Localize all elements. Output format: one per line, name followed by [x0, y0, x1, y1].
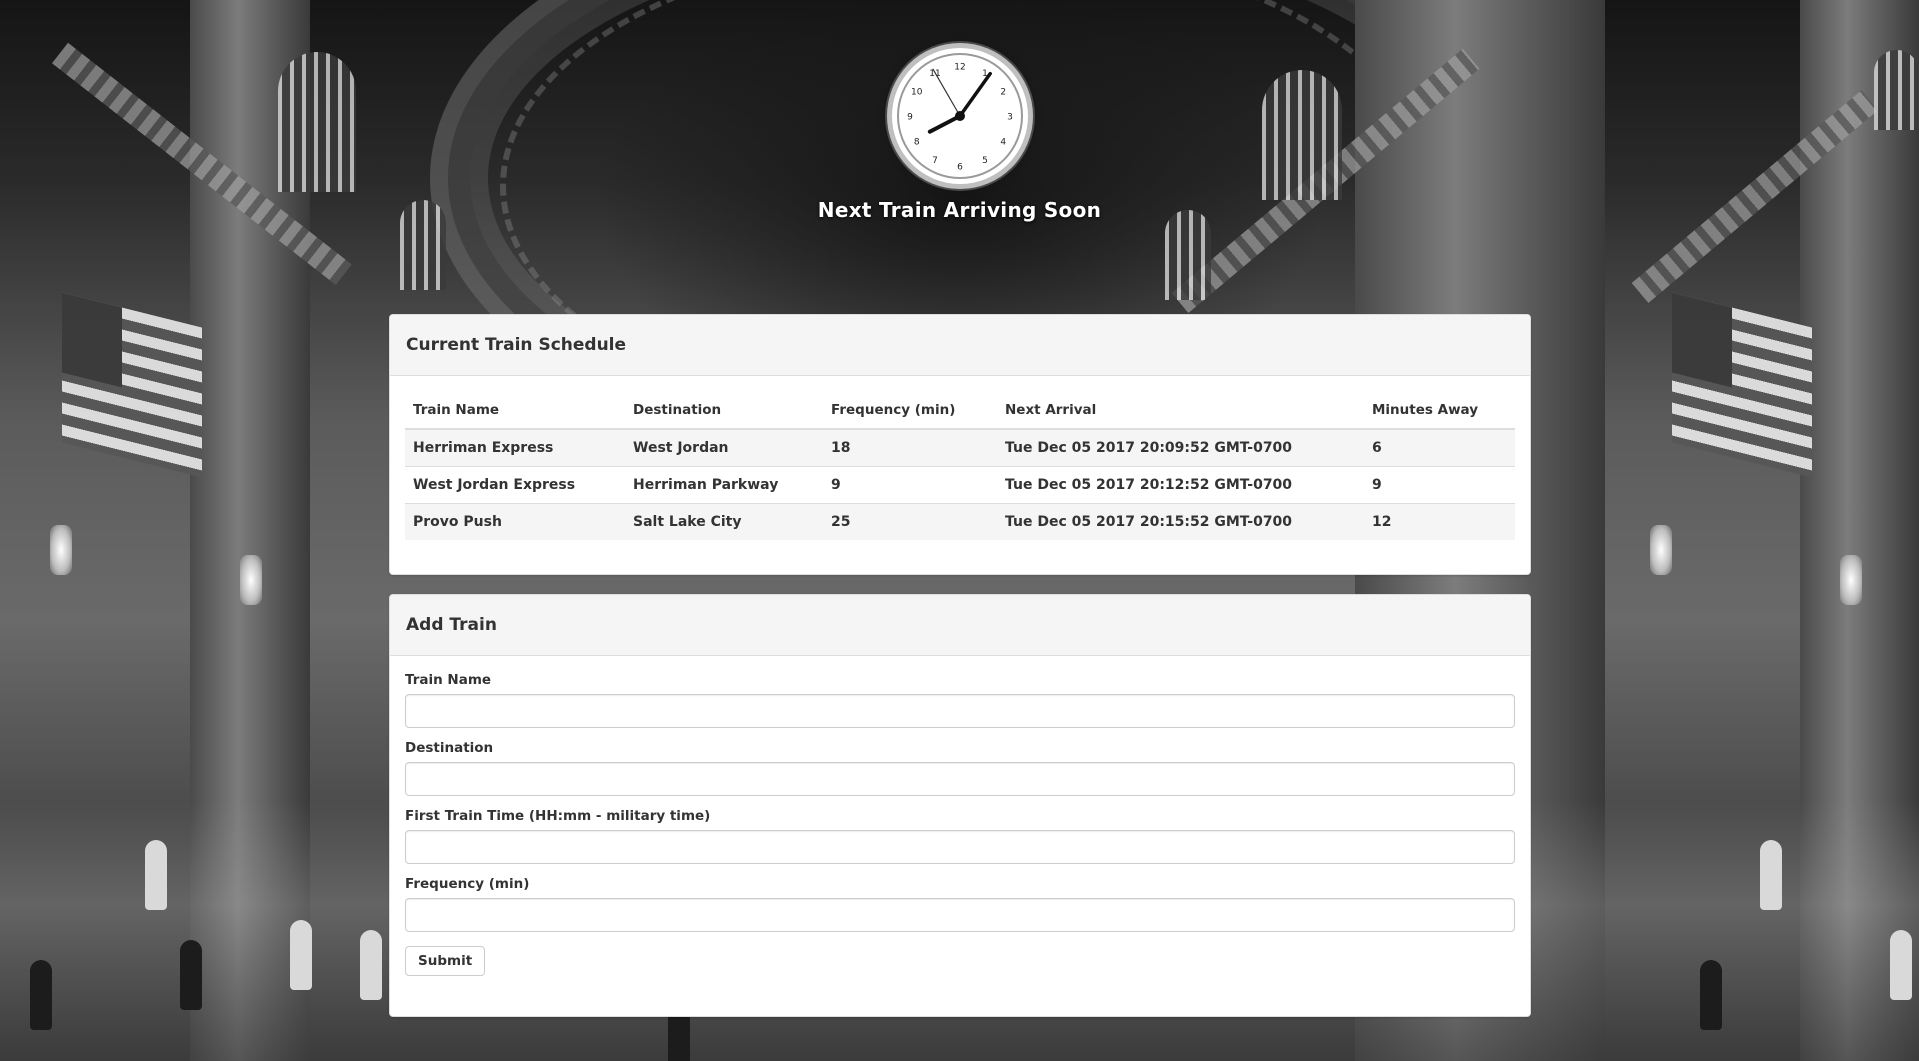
schedule-panel: Current Train Schedule Train Name Destin… — [389, 314, 1531, 575]
clock-numeral: 2 — [1000, 88, 1006, 98]
cell-destination: Herriman Parkway — [625, 466, 823, 504]
analog-clock: 12 1 2 3 4 5 6 7 8 9 10 11 — [891, 48, 1028, 184]
first-train-time-input[interactable] — [405, 830, 1515, 864]
add-train-panel-heading: Add Train — [390, 595, 1530, 656]
train-name-input[interactable] — [405, 694, 1515, 728]
form-group-first-train-time: First Train Time (HH:mm - military time) — [405, 808, 1515, 864]
background-window — [1165, 210, 1211, 300]
table-row: Provo Push Salt Lake City 25 Tue Dec 05 … — [405, 503, 1515, 540]
cell-frequency: 9 — [823, 466, 997, 504]
cell-train-name: Provo Push — [405, 503, 625, 540]
table-row: Herriman Express West Jordan 18 Tue Dec … — [405, 428, 1515, 467]
cell-minutes-away: 9 — [1364, 466, 1515, 504]
background-lamp — [1650, 525, 1672, 575]
background-person — [1760, 840, 1782, 910]
background-person — [180, 940, 202, 1010]
background-person — [290, 920, 312, 990]
cell-next-arrival: Tue Dec 05 2017 20:15:52 GMT-0700 — [997, 503, 1364, 540]
cell-train-name: West Jordan Express — [405, 466, 625, 504]
background-person — [1700, 960, 1722, 1030]
background-flag — [62, 292, 202, 478]
add-train-panel: Add Train Train Name Destination First T… — [389, 594, 1531, 1017]
cell-next-arrival: Tue Dec 05 2017 20:12:52 GMT-0700 — [997, 466, 1364, 504]
submit-button[interactable]: Submit — [405, 946, 486, 976]
clock-face-icon: 121234567891011 — [896, 53, 1023, 179]
destination-input[interactable] — [405, 762, 1515, 796]
background-lamp — [240, 555, 262, 605]
train-name-label: Train Name — [405, 672, 492, 688]
clock-numeral: 4 — [1000, 138, 1006, 148]
clock-center-pin — [954, 111, 965, 121]
clock-numeral: 11 — [929, 69, 940, 79]
cell-train-name: Herriman Express — [405, 428, 625, 467]
train-schedule-table: Train Name Destination Frequency (min) N… — [405, 392, 1515, 540]
cell-destination: West Jordan — [625, 428, 823, 467]
clock-numeral: 6 — [957, 163, 963, 173]
clock-numeral: 9 — [907, 113, 913, 123]
frequency-label: Frequency (min) — [405, 876, 530, 892]
add-train-form: Train Name Destination First Train Time … — [390, 656, 1530, 992]
schedule-panel-heading: Current Train Schedule — [390, 315, 1530, 376]
form-group-train-name: Train Name — [405, 672, 1515, 728]
destination-label: Destination — [405, 740, 494, 756]
cell-minutes-away: 12 — [1364, 503, 1515, 540]
clock-numeral: 10 — [910, 88, 922, 98]
clock-numeral: 5 — [982, 156, 988, 166]
cell-next-arrival: Tue Dec 05 2017 20:09:52 GMT-0700 — [997, 428, 1364, 467]
column-header-destination: Destination — [625, 392, 823, 430]
clock-numeral: 12 — [954, 63, 965, 73]
form-group-destination: Destination — [405, 740, 1515, 796]
background-person — [1890, 930, 1912, 1000]
table-header-row: Train Name Destination Frequency (min) N… — [405, 392, 1515, 430]
table-row: West Jordan Express Herriman Parkway 9 T… — [405, 466, 1515, 504]
cell-frequency: 18 — [823, 428, 997, 467]
background-flag — [1672, 292, 1812, 478]
background-person — [30, 960, 52, 1030]
background-person — [360, 930, 382, 1000]
schedule-panel-body: Train Name Destination Frequency (min) N… — [390, 376, 1530, 556]
column-header-frequency: Frequency (min) — [823, 392, 997, 430]
column-header-train-name: Train Name — [405, 392, 625, 430]
cell-destination: Salt Lake City — [625, 503, 823, 540]
cell-frequency: 25 — [823, 503, 997, 540]
background-lamp — [1840, 555, 1862, 605]
column-header-next-arrival: Next Arrival — [997, 392, 1364, 430]
page-header: 12 1 2 3 4 5 6 7 8 9 10 11 Next Train Arriving Soon — [0, 48, 1919, 222]
clock-numeral: 7 — [932, 156, 938, 166]
form-group-frequency: Frequency (min) — [405, 876, 1515, 932]
frequency-input[interactable] — [405, 898, 1515, 932]
cell-minutes-away: 6 — [1364, 428, 1515, 467]
clock-numeral: 8 — [913, 138, 919, 148]
clock-numeral: 3 — [1007, 113, 1013, 123]
first-train-time-label: First Train Time (HH:mm - military time) — [405, 808, 711, 824]
page-title: Next Train Arriving Soon — [817, 198, 1102, 222]
column-header-minutes-away: Minutes Away — [1364, 392, 1515, 430]
background-person — [145, 840, 167, 910]
background-lamp — [50, 525, 72, 575]
